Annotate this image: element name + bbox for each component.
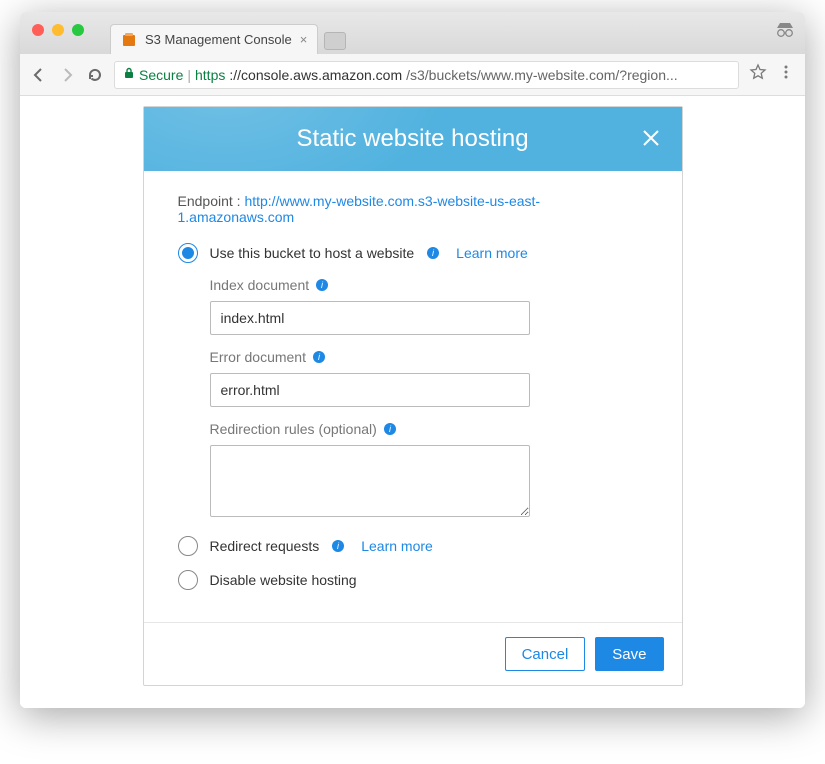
url-scheme: https [195,67,225,83]
window-controls [32,24,84,36]
secure-label: Secure [139,67,183,83]
radio-disable[interactable] [178,570,198,590]
learn-more-link[interactable]: Learn more [361,538,433,554]
radio-redirect[interactable] [178,536,198,556]
tab-title: S3 Management Console [145,32,292,47]
panel-footer: Cancel Save [144,622,682,685]
url-input[interactable]: Secure | https://console.aws.amazon.com/… [114,61,739,89]
forward-button[interactable] [58,66,76,84]
back-button[interactable] [30,66,48,84]
url-host: ://console.aws.amazon.com [229,67,402,83]
static-hosting-panel: Static website hosting Endpoint : http:/… [143,106,683,686]
endpoint-label: Endpoint : [178,193,245,209]
tab-strip: S3 Management Console × [20,12,805,54]
lock-icon [123,67,135,82]
index-document-field: Index document i [210,277,648,335]
error-document-label: Error document [210,349,306,365]
minimize-window-button[interactable] [52,24,64,36]
redirection-rules-label: Redirection rules (optional) [210,421,377,437]
maximize-window-button[interactable] [72,24,84,36]
close-window-button[interactable] [32,24,44,36]
option-redirect-requests[interactable]: Redirect requests i Learn more [178,536,648,556]
incognito-icon [775,22,795,43]
panel-header: Static website hosting [144,107,682,171]
redirection-rules-input[interactable] [210,445,530,517]
page-content: Static website hosting Endpoint : http:/… [20,96,805,708]
url-path: /s3/buckets/www.my-website.com/?region..… [406,67,678,83]
option-disable-hosting[interactable]: Disable website hosting [178,570,648,590]
info-icon[interactable]: i [426,246,440,260]
info-icon[interactable]: i [312,350,326,364]
error-document-field: Error document i [210,349,648,407]
panel-body: Endpoint : http://www.my-website.com.s3-… [144,171,682,622]
info-icon[interactable]: i [315,278,329,292]
address-bar: Secure | https://console.aws.amazon.com/… [20,54,805,96]
browser-tab[interactable]: S3 Management Console × [110,24,318,54]
reload-button[interactable] [86,66,104,84]
save-button[interactable]: Save [595,637,663,671]
learn-more-link[interactable]: Learn more [456,245,528,261]
info-icon[interactable]: i [331,539,345,553]
panel-title: Static website hosting [296,125,528,153]
radio-disable-label: Disable website hosting [210,572,357,588]
radio-host[interactable] [178,243,198,263]
s3-favicon-icon [121,32,137,48]
bookmark-star-icon[interactable] [749,63,767,86]
radio-host-label: Use this bucket to host a website [210,245,415,261]
endpoint-row: Endpoint : http://www.my-website.com.s3-… [178,193,648,225]
cancel-button[interactable]: Cancel [505,637,586,671]
menu-icon[interactable] [777,63,795,86]
close-tab-icon[interactable]: × [300,32,308,47]
new-tab-button[interactable] [324,32,346,50]
index-document-input[interactable] [210,301,530,335]
index-document-label: Index document [210,277,310,293]
redirection-rules-field: Redirection rules (optional) i [210,421,648,522]
option-host-website[interactable]: Use this bucket to host a website i Lear… [178,243,648,263]
error-document-input[interactable] [210,373,530,407]
info-icon[interactable]: i [383,422,397,436]
browser-window: S3 Management Console × Secure | https:/… [20,12,805,708]
close-panel-icon[interactable] [638,125,664,156]
radio-redirect-label: Redirect requests [210,538,320,554]
